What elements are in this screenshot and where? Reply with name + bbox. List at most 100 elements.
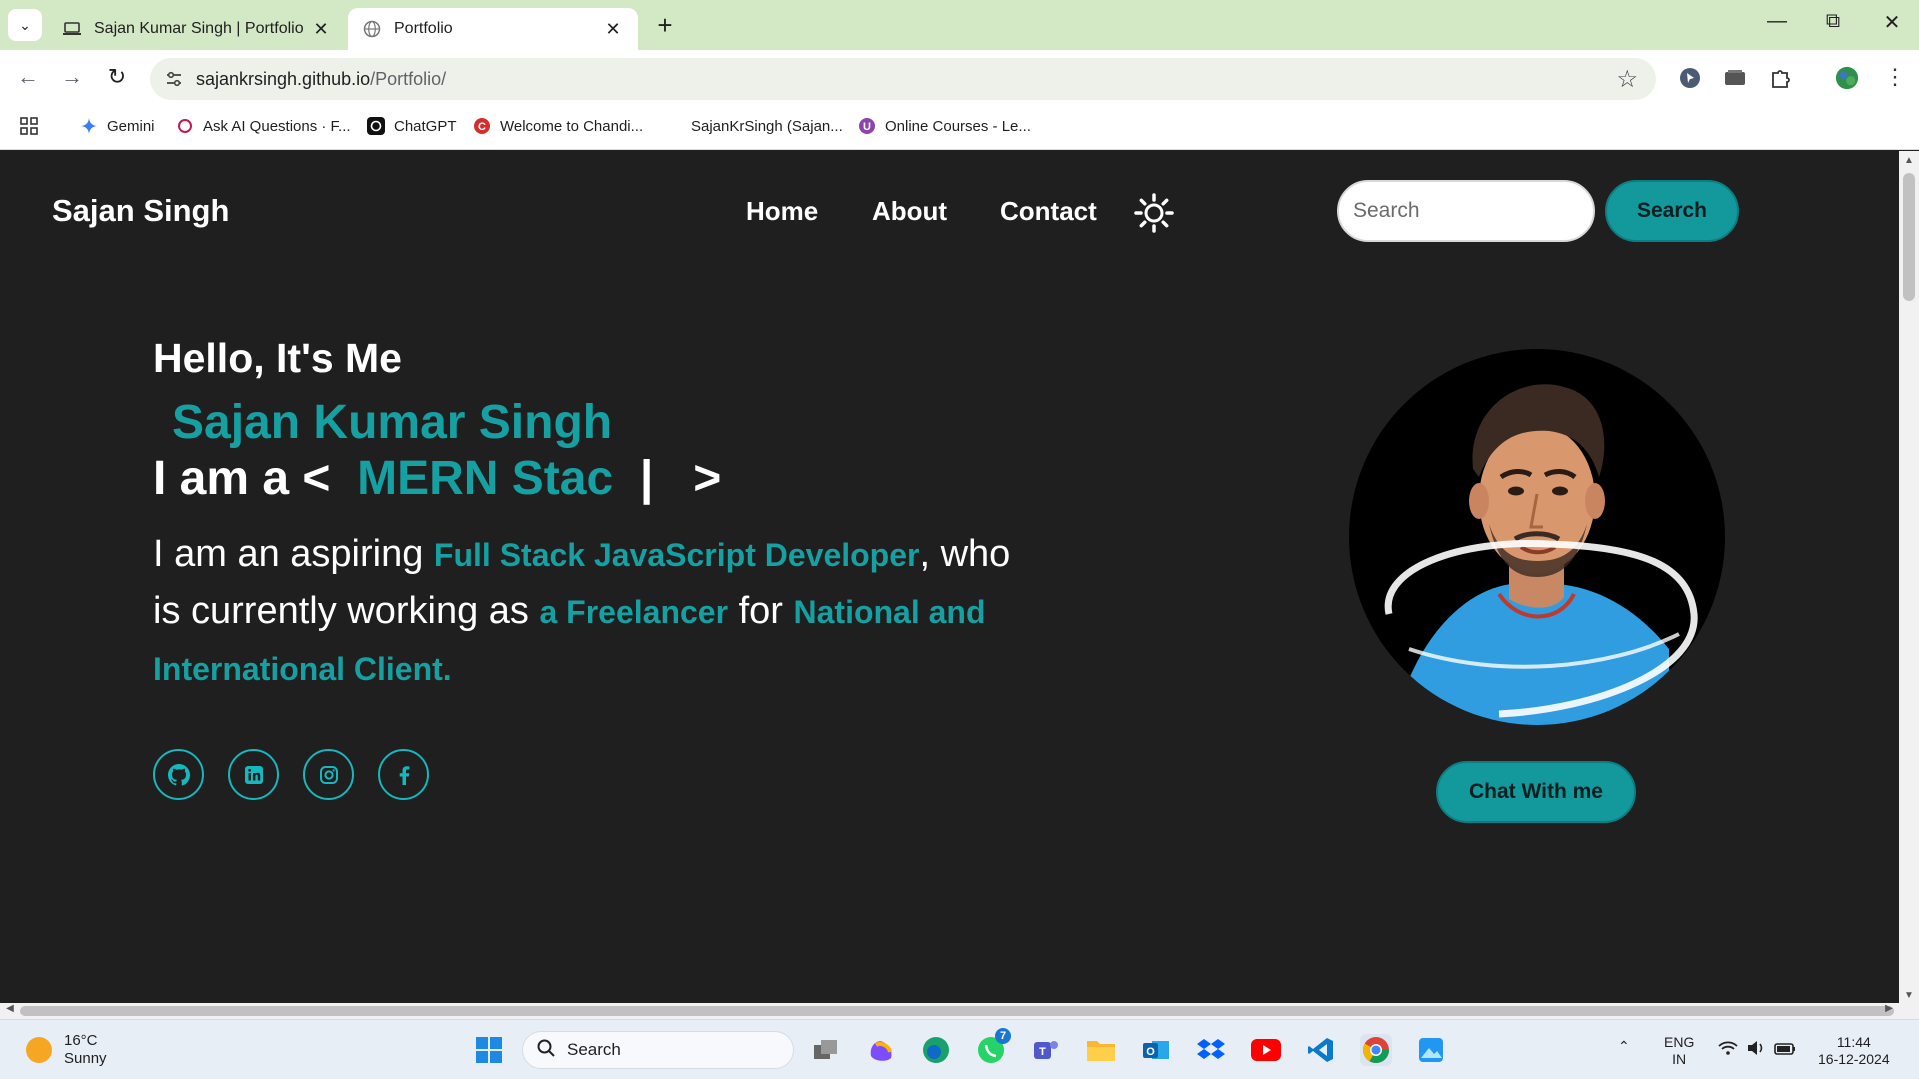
svg-text:U: U [863, 121, 871, 133]
site-brand[interactable]: Sajan Singh [52, 193, 229, 229]
gemini-icon [80, 117, 98, 135]
minimize-button[interactable]: — [1757, 10, 1797, 33]
vscode-icon[interactable] [1305, 1034, 1337, 1066]
new-tab-button[interactable]: + [650, 10, 680, 41]
windows-taskbar: 16°C Sunny Search 7 T O ⌃ ENG IN 11:44 1… [0, 1019, 1919, 1079]
bookmark-github[interactable]: SajanKrSingh (Sajan... [664, 117, 843, 135]
restore-button[interactable]: ⧉ [1813, 10, 1853, 33]
scrollbar-thumb[interactable] [20, 1006, 1894, 1016]
weather-widget[interactable]: 16°C Sunny [26, 1032, 107, 1068]
globe-icon [362, 19, 382, 39]
facebook-link[interactable] [378, 749, 429, 800]
forward-arrow-icon[interactable]: → [57, 64, 87, 90]
instagram-link[interactable] [303, 749, 354, 800]
intro-highlight-role: Full Stack JavaScript Developer [433, 537, 920, 573]
clock[interactable]: 11:44 16-12-2024 [1818, 1034, 1890, 1068]
profile-avatar-icon[interactable] [1835, 66, 1859, 90]
taskbar-search[interactable]: Search [522, 1031, 794, 1069]
theme-toggle-sun-icon[interactable] [1134, 193, 1174, 233]
extensions-puzzle-icon[interactable] [1768, 66, 1792, 90]
bookmark-chatgpt[interactable]: ChatGPT [367, 117, 457, 135]
tab-search-button[interactable]: ⌄ [8, 9, 42, 41]
bookmark-label: Gemini [107, 117, 155, 135]
apps-grid-icon[interactable] [20, 117, 38, 135]
typing-role-text: MERN Stac [357, 452, 614, 505]
network-status-icons[interactable] [1718, 1040, 1796, 1060]
task-view-icon[interactable] [810, 1034, 842, 1066]
site-info-icon[interactable] [164, 69, 184, 89]
edge-icon[interactable] [920, 1034, 952, 1066]
extension-cursor-icon[interactable] [1678, 66, 1702, 90]
svg-text:C: C [478, 121, 486, 133]
linkedin-link[interactable] [228, 749, 279, 800]
intro-paragraph: I am an aspiring Full Stack JavaScript D… [153, 526, 1013, 697]
close-icon[interactable]: ✕ [310, 19, 332, 40]
bookmark-label: ChatGPT [394, 117, 457, 135]
bookmark-chandigarh[interactable]: C Welcome to Chandi... [473, 117, 643, 135]
windows-start-icon[interactable] [473, 1034, 505, 1066]
chandigarh-icon: C [473, 117, 491, 135]
bookmark-gemini[interactable]: Gemini [80, 117, 155, 135]
language-code: ENG [1664, 1034, 1695, 1050]
scroll-down-arrow-icon[interactable]: ▼ [1899, 990, 1919, 1001]
tab-portfolio-github[interactable]: Sajan Kumar Singh | Portfolio ✕ [48, 8, 346, 50]
laptop-icon [62, 19, 82, 39]
tab-portfolio-active[interactable]: Portfolio ✕ [348, 8, 638, 50]
file-explorer-icon[interactable] [1085, 1034, 1117, 1066]
scroll-right-arrow-icon[interactable]: ▶ [1882, 1003, 1896, 1014]
window-close-button[interactable]: ✕ [1872, 10, 1912, 35]
close-icon[interactable]: ✕ [602, 19, 624, 40]
scroll-left-arrow-icon[interactable]: ◀ [3, 1003, 17, 1014]
chat-with-me-button[interactable]: Chat With me [1436, 761, 1636, 823]
address-bar[interactable]: sajankrsingh.github.io/Portfolio/ ☆ [150, 58, 1656, 100]
chevron-up-icon[interactable]: ⌃ [1618, 1038, 1630, 1055]
battery-icon [1773, 1043, 1795, 1055]
chrome-icon[interactable] [1360, 1034, 1392, 1066]
outlook-icon[interactable]: O [1140, 1034, 1172, 1066]
bookmark-ask-ai[interactable]: Ask AI Questions · F... [176, 117, 351, 135]
intro-highlight-freelancer: a Freelancer [539, 594, 729, 630]
full-name-heading: Sajan Kumar Singh [172, 396, 613, 449]
nav-contact[interactable]: Contact [1000, 196, 1097, 227]
portfolio-page: Sajan Singh Home About Contact Search He… [0, 151, 1899, 1003]
language-indicator[interactable]: ENG IN [1664, 1034, 1694, 1068]
teams-icon[interactable]: T [1030, 1034, 1062, 1066]
github-link[interactable] [153, 749, 204, 800]
svg-text:T: T [1039, 1046, 1046, 1058]
whatsapp-icon[interactable]: 7 [975, 1028, 1011, 1066]
language-region: IN [1672, 1051, 1687, 1067]
volume-icon [1747, 1041, 1763, 1055]
tab-title: Portfolio [394, 20, 453, 37]
vertical-scrollbar[interactable]: ▲ ▼ [1899, 151, 1919, 1003]
typing-suffix: | > [613, 452, 722, 505]
nav-home[interactable]: Home [746, 196, 818, 227]
ask-ai-icon [176, 117, 194, 135]
youtube-icon[interactable] [1250, 1034, 1282, 1066]
menu-kebab-icon[interactable]: ⋮ [1880, 64, 1910, 90]
instagram-icon [319, 765, 338, 784]
tab-title: Sajan Kumar Singh | Portfolio [94, 20, 304, 37]
url-text[interactable]: sajankrsingh.github.io/Portfolio/ [196, 69, 446, 90]
extension-window-icon[interactable] [1723, 66, 1747, 90]
bookmark-label: Welcome to Chandi... [500, 117, 644, 135]
bookmark-udemy[interactable]: U Online Courses - Le... [858, 117, 1031, 135]
nav-about[interactable]: About [872, 196, 947, 227]
back-arrow-icon[interactable]: ← [13, 64, 43, 90]
intro-text: I am an aspiring [153, 533, 434, 575]
bookmark-star-icon[interactable]: ☆ [1616, 65, 1638, 94]
greeting-heading: Hello, It's Me [153, 335, 402, 381]
whatsapp-badge: 7 [995, 1028, 1011, 1044]
chatgpt-icon [367, 117, 385, 135]
photos-icon[interactable] [1415, 1034, 1447, 1066]
scrollbar-thumb[interactable] [1903, 173, 1915, 301]
linkedin-icon [244, 765, 263, 784]
horizontal-scrollbar[interactable]: ◀ ▶ [0, 1003, 1919, 1019]
site-search-input[interactable] [1337, 180, 1595, 242]
scroll-up-arrow-icon[interactable]: ▲ [1899, 155, 1919, 166]
copilot-icon[interactable] [865, 1034, 897, 1066]
url-host: sajankrsingh.github.io [196, 69, 371, 89]
bookmarks-bar: Gemini Ask AI Questions · F... ChatGPT C… [0, 106, 1919, 150]
dropbox-icon[interactable] [1195, 1034, 1227, 1066]
reload-icon[interactable]: ↻ [102, 64, 132, 90]
site-search-button[interactable]: Search [1605, 180, 1739, 242]
